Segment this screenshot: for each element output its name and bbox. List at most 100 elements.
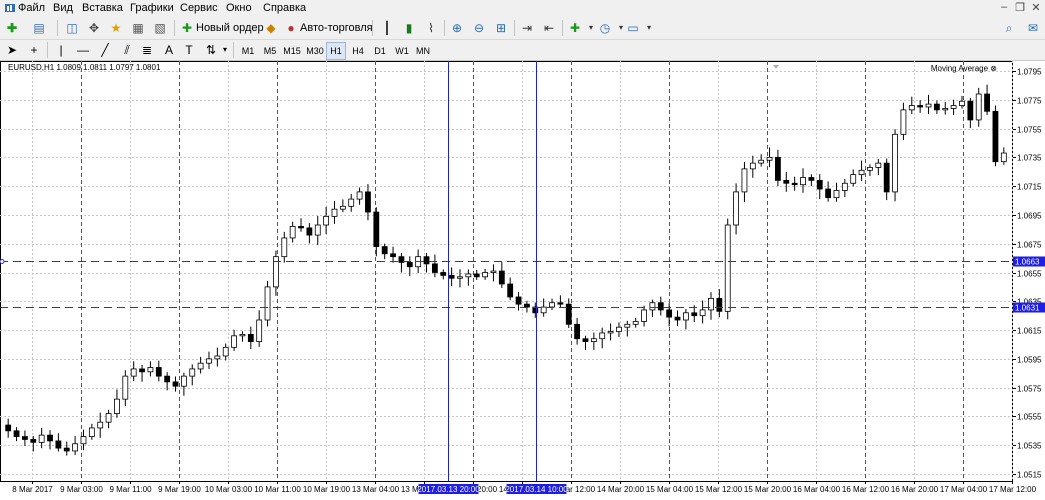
tf-h1[interactable]: H1 bbox=[326, 42, 346, 60]
new-order-icon[interactable]: ✚ bbox=[178, 19, 196, 37]
vertical-line-icon[interactable]: | bbox=[52, 41, 70, 59]
profiles-icon[interactable]: ▤ bbox=[30, 19, 48, 37]
favorites-icon[interactable]: ★ bbox=[107, 19, 125, 37]
candle bbox=[197, 356, 204, 374]
app-icon[interactable] bbox=[4, 2, 16, 17]
minimize-icon[interactable]: – bbox=[996, 1, 1012, 13]
candle bbox=[507, 277, 514, 301]
candle bbox=[666, 303, 673, 327]
search-icon[interactable]: ⌕ bbox=[1000, 19, 1018, 37]
chevron-down-icon[interactable]: ▾ bbox=[640, 19, 658, 37]
candle-body-bear bbox=[390, 253, 396, 258]
candle bbox=[875, 158, 882, 176]
candle-body-bull bbox=[482, 272, 488, 278]
zoom-out-icon[interactable]: ⊖ bbox=[470, 19, 488, 37]
candle bbox=[783, 172, 790, 192]
candle-body-bull bbox=[197, 362, 204, 370]
menu-help[interactable]: Справка bbox=[263, 2, 306, 14]
bar-chart-icon[interactable]: ┃ bbox=[378, 19, 396, 37]
chevron-down-icon[interactable]: ▾ bbox=[216, 41, 234, 59]
candle-body-bear bbox=[440, 272, 447, 276]
indicator-close-icon[interactable]: ⊗ bbox=[990, 64, 997, 73]
candle bbox=[490, 264, 497, 282]
candle bbox=[273, 250, 279, 296]
autotrading-icon[interactable]: ● bbox=[282, 19, 300, 37]
close-icon[interactable]: ✕ bbox=[1028, 1, 1044, 14]
new-order-button[interactable]: Новый ордер bbox=[196, 20, 264, 36]
fibonacci-icon[interactable]: ≣ bbox=[138, 41, 156, 59]
autotrading-button[interactable]: Авто-торговля bbox=[300, 20, 373, 36]
candle bbox=[231, 329, 237, 351]
chat-icon[interactable]: ✉ bbox=[1024, 19, 1042, 37]
restore-icon[interactable]: ❐ bbox=[1012, 1, 1028, 14]
strategy-tester-icon[interactable]: ▧ bbox=[151, 19, 169, 37]
candle bbox=[264, 280, 271, 327]
chart-window[interactable]: 1.0795 1.0775 1.0755 1.0735 1.0715 1.0695 1.06… bbox=[0, 61, 1045, 500]
cursor-icon[interactable]: ➤ bbox=[3, 41, 21, 59]
auto-scroll-icon[interactable]: ⇥ bbox=[518, 19, 536, 37]
line-anchor-handle[interactable] bbox=[0, 259, 5, 264]
candle-body-bear bbox=[574, 323, 581, 340]
candle bbox=[582, 335, 589, 350]
text-icon[interactable]: A bbox=[160, 41, 178, 59]
candle-body-bull bbox=[758, 159, 765, 164]
tf-m5[interactable]: M5 bbox=[260, 42, 280, 60]
candle bbox=[139, 364, 145, 382]
candlestick-icon[interactable]: ▮ bbox=[400, 19, 418, 37]
candle-body-bear bbox=[5, 424, 12, 432]
candle bbox=[63, 441, 70, 456]
candle bbox=[917, 100, 924, 113]
menu-tools[interactable]: Сервис bbox=[180, 2, 218, 14]
menu-charts[interactable]: Графики bbox=[130, 2, 174, 14]
candle-body-bull bbox=[607, 331, 614, 334]
menu-file[interactable]: Файл bbox=[18, 2, 45, 14]
tf-m15[interactable]: M15 bbox=[281, 42, 303, 60]
tf-d1[interactable]: D1 bbox=[370, 42, 390, 60]
candle bbox=[38, 428, 45, 449]
candle bbox=[5, 418, 12, 438]
menu-window[interactable]: Окно bbox=[226, 2, 252, 14]
candle-body-bear bbox=[917, 105, 924, 108]
candle-body-bear bbox=[992, 110, 999, 163]
tf-m1[interactable]: M1 bbox=[238, 42, 258, 60]
market-watch-icon[interactable]: ◫ bbox=[63, 19, 81, 37]
candle-body-bull bbox=[841, 182, 848, 191]
candle bbox=[130, 361, 137, 382]
candle-body-bull bbox=[256, 319, 263, 342]
navigator-icon[interactable]: ✥ bbox=[85, 19, 103, 37]
chart-shift-icon[interactable]: ⇤ bbox=[540, 19, 558, 37]
candle-body-bear bbox=[524, 303, 530, 308]
candle-body-bear bbox=[984, 93, 990, 112]
crosshair-icon[interactable]: + bbox=[25, 41, 43, 59]
tf-h4[interactable]: H4 bbox=[348, 42, 368, 60]
tf-m30[interactable]: M30 bbox=[304, 42, 326, 60]
menu-view[interactable]: Вид bbox=[53, 2, 73, 14]
trendline-icon[interactable]: ╱ bbox=[96, 41, 114, 59]
terminal-icon[interactable]: ▦ bbox=[129, 19, 147, 37]
chart-shift-marker[interactable] bbox=[773, 65, 779, 69]
zoom-in-icon[interactable]: ⊕ bbox=[448, 19, 466, 37]
text-label-icon[interactable]: T bbox=[180, 41, 198, 59]
line-chart-icon[interactable]: ⌇ bbox=[422, 19, 440, 37]
candle bbox=[155, 360, 162, 382]
metaeditor-icon[interactable]: ◆ bbox=[262, 19, 280, 37]
new-chart-icon[interactable]: ✚ bbox=[3, 19, 21, 37]
tf-w1[interactable]: W1 bbox=[392, 42, 412, 60]
menu-insert[interactable]: Вставка bbox=[82, 2, 123, 14]
tile-windows-icon[interactable]: ⊞ bbox=[492, 19, 510, 37]
candle-body-bear bbox=[582, 338, 589, 342]
candle bbox=[766, 147, 773, 168]
candle-body-bull bbox=[858, 169, 865, 176]
candle bbox=[841, 178, 848, 198]
horizontal-line-icon[interactable]: — bbox=[74, 41, 92, 59]
candle-body-bear bbox=[172, 381, 179, 387]
candle-body-bull bbox=[214, 355, 221, 360]
channel-icon[interactable]: ⫽ bbox=[118, 41, 136, 59]
candle bbox=[858, 160, 865, 182]
tf-mn[interactable]: MN bbox=[413, 42, 433, 60]
candle-body-bull bbox=[850, 174, 857, 184]
price-chart[interactable]: 1.0795 1.0775 1.0755 1.0735 1.0715 1.0695 1.06… bbox=[0, 61, 1045, 500]
candle bbox=[775, 149, 781, 187]
candle-body-bull bbox=[741, 168, 748, 193]
candle-body-bear bbox=[691, 312, 698, 317]
